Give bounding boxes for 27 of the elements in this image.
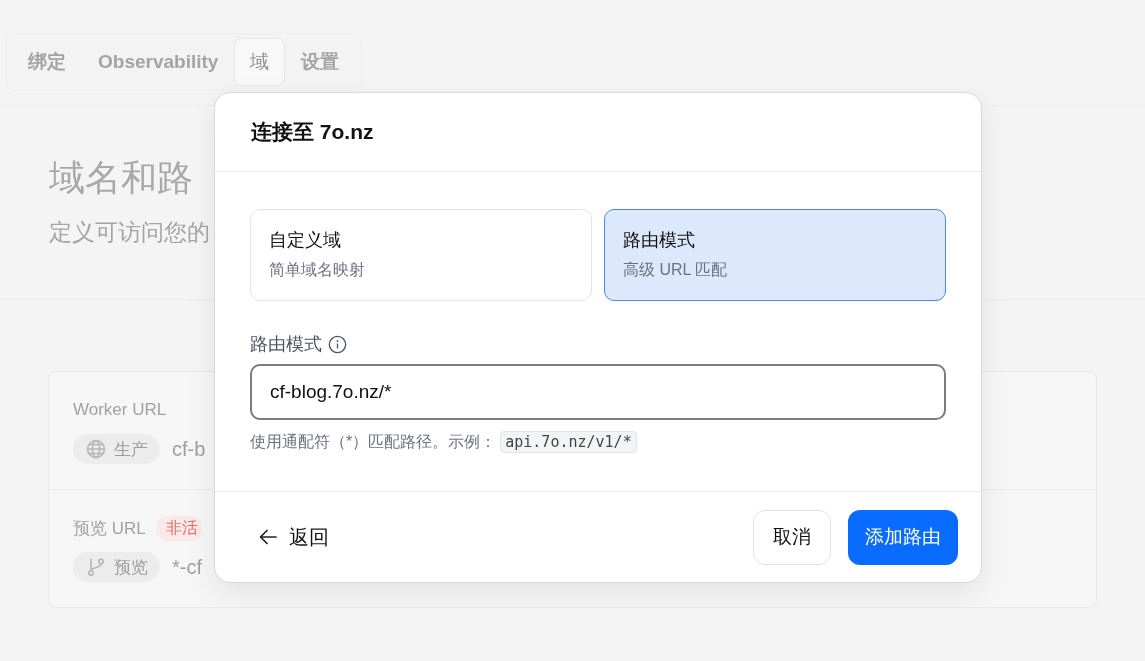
url-label: 预览 URL xyxy=(73,517,146,540)
tag-text: 预览 xyxy=(114,556,148,579)
page-title: 域名和路 xyxy=(49,156,193,200)
route-pattern-input[interactable]: cf-blog.7o.nz/* xyxy=(250,364,946,420)
option-description: 高级 URL 匹配 xyxy=(623,260,729,280)
field-label: 路由模式 xyxy=(250,333,322,355)
url-value: *-cf xyxy=(172,555,202,579)
option-description: 简单域名映射 xyxy=(269,260,366,280)
arrow-left-icon xyxy=(259,529,277,545)
url-label: Worker URL xyxy=(73,400,167,420)
option-title: 路由模式 xyxy=(623,229,696,252)
cancel-button[interactable]: 取消 xyxy=(753,509,831,565)
help-text: 使用通配符（*）匹配路径。示例： xyxy=(250,431,497,452)
info-icon[interactable] xyxy=(328,334,347,354)
option-card[interactable]: 自定义域 简单域名映射 xyxy=(250,209,592,301)
dialog-title: 连接至 7o.nz xyxy=(251,119,374,145)
example-code: api.7o.nz/v1/* xyxy=(500,431,637,453)
tag-text: 生产 xyxy=(114,438,148,461)
option-card[interactable]: 路由模式 高级 URL 匹配 xyxy=(604,209,946,301)
url-value: cf-b xyxy=(172,437,206,461)
back-button[interactable]: 返回 xyxy=(245,515,343,559)
add-route-button[interactable]: 添加路由 xyxy=(848,509,958,565)
status-badge: 非活 xyxy=(155,515,202,541)
page-subtitle: 定义可访问您的 xyxy=(49,218,210,247)
branch-icon xyxy=(86,557,106,577)
option-title: 自定义域 xyxy=(269,229,342,252)
globe-icon xyxy=(86,439,106,459)
